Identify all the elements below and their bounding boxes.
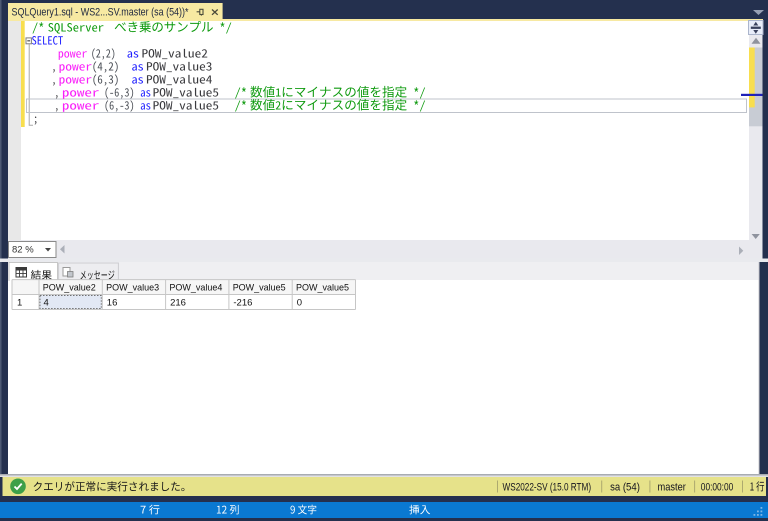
svg-text:WS2022-SV (15.0 RTM): WS2022-SV (15.0 RTM) (503, 482, 592, 494)
svg-text:POW_value2: POW_value2 (43, 283, 96, 294)
svg-text:-216: -216 (233, 298, 252, 309)
svg-text:216: 216 (170, 298, 186, 309)
svg-text:POW_value3: POW_value3 (106, 283, 159, 294)
svg-text:4: 4 (44, 298, 49, 309)
svg-text:POW_value4: POW_value4 (169, 283, 222, 294)
svg-text:sa (54): sa (54) (610, 482, 640, 494)
svg-text:SQLQuery1.sql - WS2...SV.maste: SQLQuery1.sql - WS2...SV.master (sa (54)… (12, 7, 190, 19)
svg-text:1: 1 (17, 298, 22, 309)
svg-text:POW_value5: POW_value5 (233, 283, 286, 294)
svg-text:0: 0 (297, 298, 302, 309)
svg-text:00:00:00: 00:00:00 (701, 482, 734, 494)
svg-text:master: master (658, 482, 687, 494)
svg-text:POW_value5: POW_value5 (296, 283, 349, 294)
svg-text:16: 16 (107, 298, 118, 309)
svg-text:82 %: 82 % (12, 245, 34, 256)
